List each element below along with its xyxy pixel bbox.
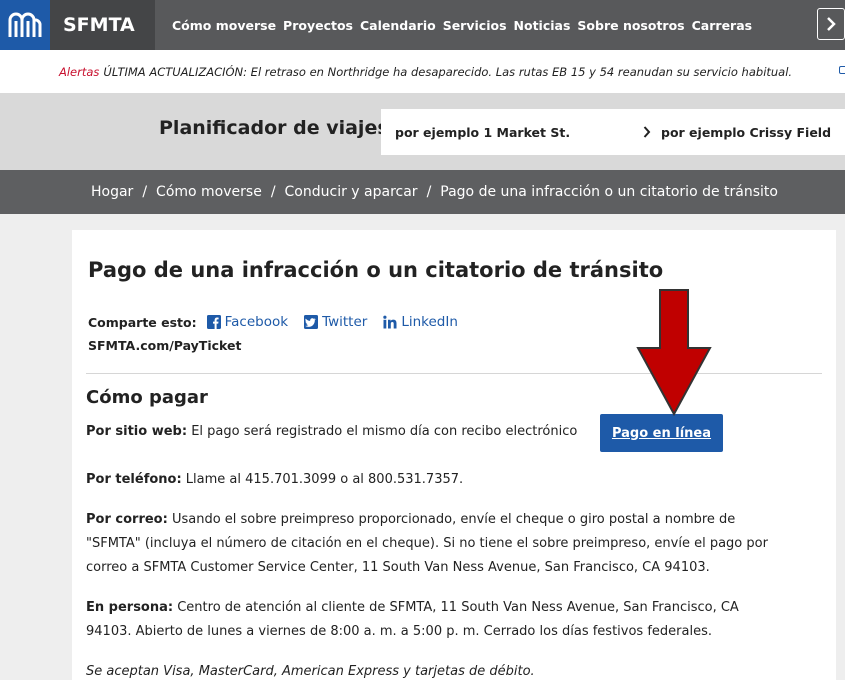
linkedin-label: LinkedIn <box>401 314 458 330</box>
breadcrumb-como-moverse[interactable]: Cómo moverse <box>156 184 262 200</box>
brand-name[interactable]: SFMTA <box>50 0 155 50</box>
breadcrumb-home[interactable]: Hogar <box>91 184 133 200</box>
planner-title: Planificador de viajes <box>159 117 389 139</box>
chevron-right-icon <box>643 126 651 138</box>
accepted-cards: Se aceptan Visa, MasterCard, American Ex… <box>86 664 535 679</box>
nav-link-carreras[interactable]: Carreras <box>692 18 752 33</box>
linkedin-icon <box>383 315 397 329</box>
alert-bar: Alertas ÚLTIMA ACTUALIZACIÓN: El retraso… <box>0 50 845 93</box>
short-link: SFMTA.com/PayTicket <box>88 338 242 353</box>
red-arrow-annotation <box>636 289 712 417</box>
phone-label: Por teléfono: <box>86 472 182 487</box>
person-text: Centro de atención al cliente de SFMTA, … <box>86 600 739 639</box>
to-input[interactable]: por ejemplo Crissy Field <box>636 109 845 155</box>
share-label: Comparte esto: <box>88 314 197 330</box>
phone-text: Llame al 415.701.3099 o al 800.531.7357. <box>181 472 464 487</box>
mail-label: Por correo: <box>86 512 168 527</box>
breadcrumb-current[interactable]: Pago de una infracción o un citatorio de… <box>440 184 778 200</box>
trip-planner: Planificador de viajes por ejemplo 1 Mar… <box>0 93 845 170</box>
breadcrumb-separator: / <box>142 184 148 200</box>
facebook-icon <box>206 315 221 329</box>
nav-next-button[interactable] <box>817 8 845 40</box>
main-menu: Cómo moverse Proyectos Calendario Servic… <box>172 0 759 50</box>
share-facebook-link[interactable]: Facebook <box>206 314 289 330</box>
brand-label: SFMTA <box>63 14 135 36</box>
person-label: En persona: <box>86 600 174 615</box>
twitter-label: Twitter <box>322 314 368 330</box>
alert-label[interactable]: Alertas <box>59 65 99 79</box>
share-twitter-link[interactable]: Twitter <box>304 314 367 330</box>
facebook-label: Facebook <box>224 314 289 330</box>
sfmta-logo-icon <box>8 12 42 37</box>
nav-link-calendario[interactable]: Calendario <box>360 18 436 33</box>
nav-link-servicios[interactable]: Servicios <box>443 18 507 33</box>
alert-control[interactable] <box>839 66 845 74</box>
to-placeholder: por ejemplo Crissy Field <box>661 124 832 140</box>
content-card: Pago de una infracción o un citatorio de… <box>72 230 836 680</box>
section-title-how-to-pay: Cómo pagar <box>86 387 208 408</box>
web-label: Por sitio web: <box>86 424 188 439</box>
alert-text: ÚLTIMA ACTUALIZACIÓN: El retraso en Nort… <box>103 64 793 79</box>
page-title: Pago de una infracción o un citatorio de… <box>88 258 664 282</box>
pay-in-person: En persona: Centro de atención al client… <box>86 596 786 644</box>
from-placeholder: por ejemplo 1 Market St. <box>395 124 571 140</box>
share-linkedin-link[interactable]: LinkedIn <box>383 314 458 330</box>
chevron-right-icon <box>827 17 836 31</box>
twitter-icon <box>304 315 319 329</box>
pay-online-button[interactable]: Pago en línea <box>600 414 723 452</box>
nav-link-como-moverse[interactable]: Cómo moverse <box>172 18 276 33</box>
pay-by-mail: Por correo: Usando el sobre preimpreso p… <box>86 508 786 580</box>
from-input[interactable]: por ejemplo 1 Market St. <box>381 109 636 155</box>
web-text: El pago será registrado el mismo día con… <box>187 424 578 439</box>
share-bar: Comparte esto: Facebook Twitter LinkedIn <box>88 314 474 330</box>
mail-text: Usando el sobre preimpreso proporcionado… <box>86 512 768 575</box>
nav-link-proyectos[interactable]: Proyectos <box>283 18 353 33</box>
breadcrumb: Hogar / Cómo moverse / Conducir y aparca… <box>0 170 845 214</box>
breadcrumb-separator: / <box>270 184 276 200</box>
breadcrumb-conducir[interactable]: Conducir y aparcar <box>285 184 418 200</box>
breadcrumb-separator: / <box>426 184 432 200</box>
nav-link-noticias[interactable]: Noticias <box>514 18 571 33</box>
sfmta-logo[interactable] <box>0 0 50 50</box>
nav-link-sobre-nosotros[interactable]: Sobre nosotros <box>577 18 684 33</box>
pay-by-phone: Por teléfono: Llame al 415.701.3099 o al… <box>86 468 786 492</box>
top-navigation: SFMTA Cómo moverse Proyectos Calendario … <box>0 0 845 50</box>
